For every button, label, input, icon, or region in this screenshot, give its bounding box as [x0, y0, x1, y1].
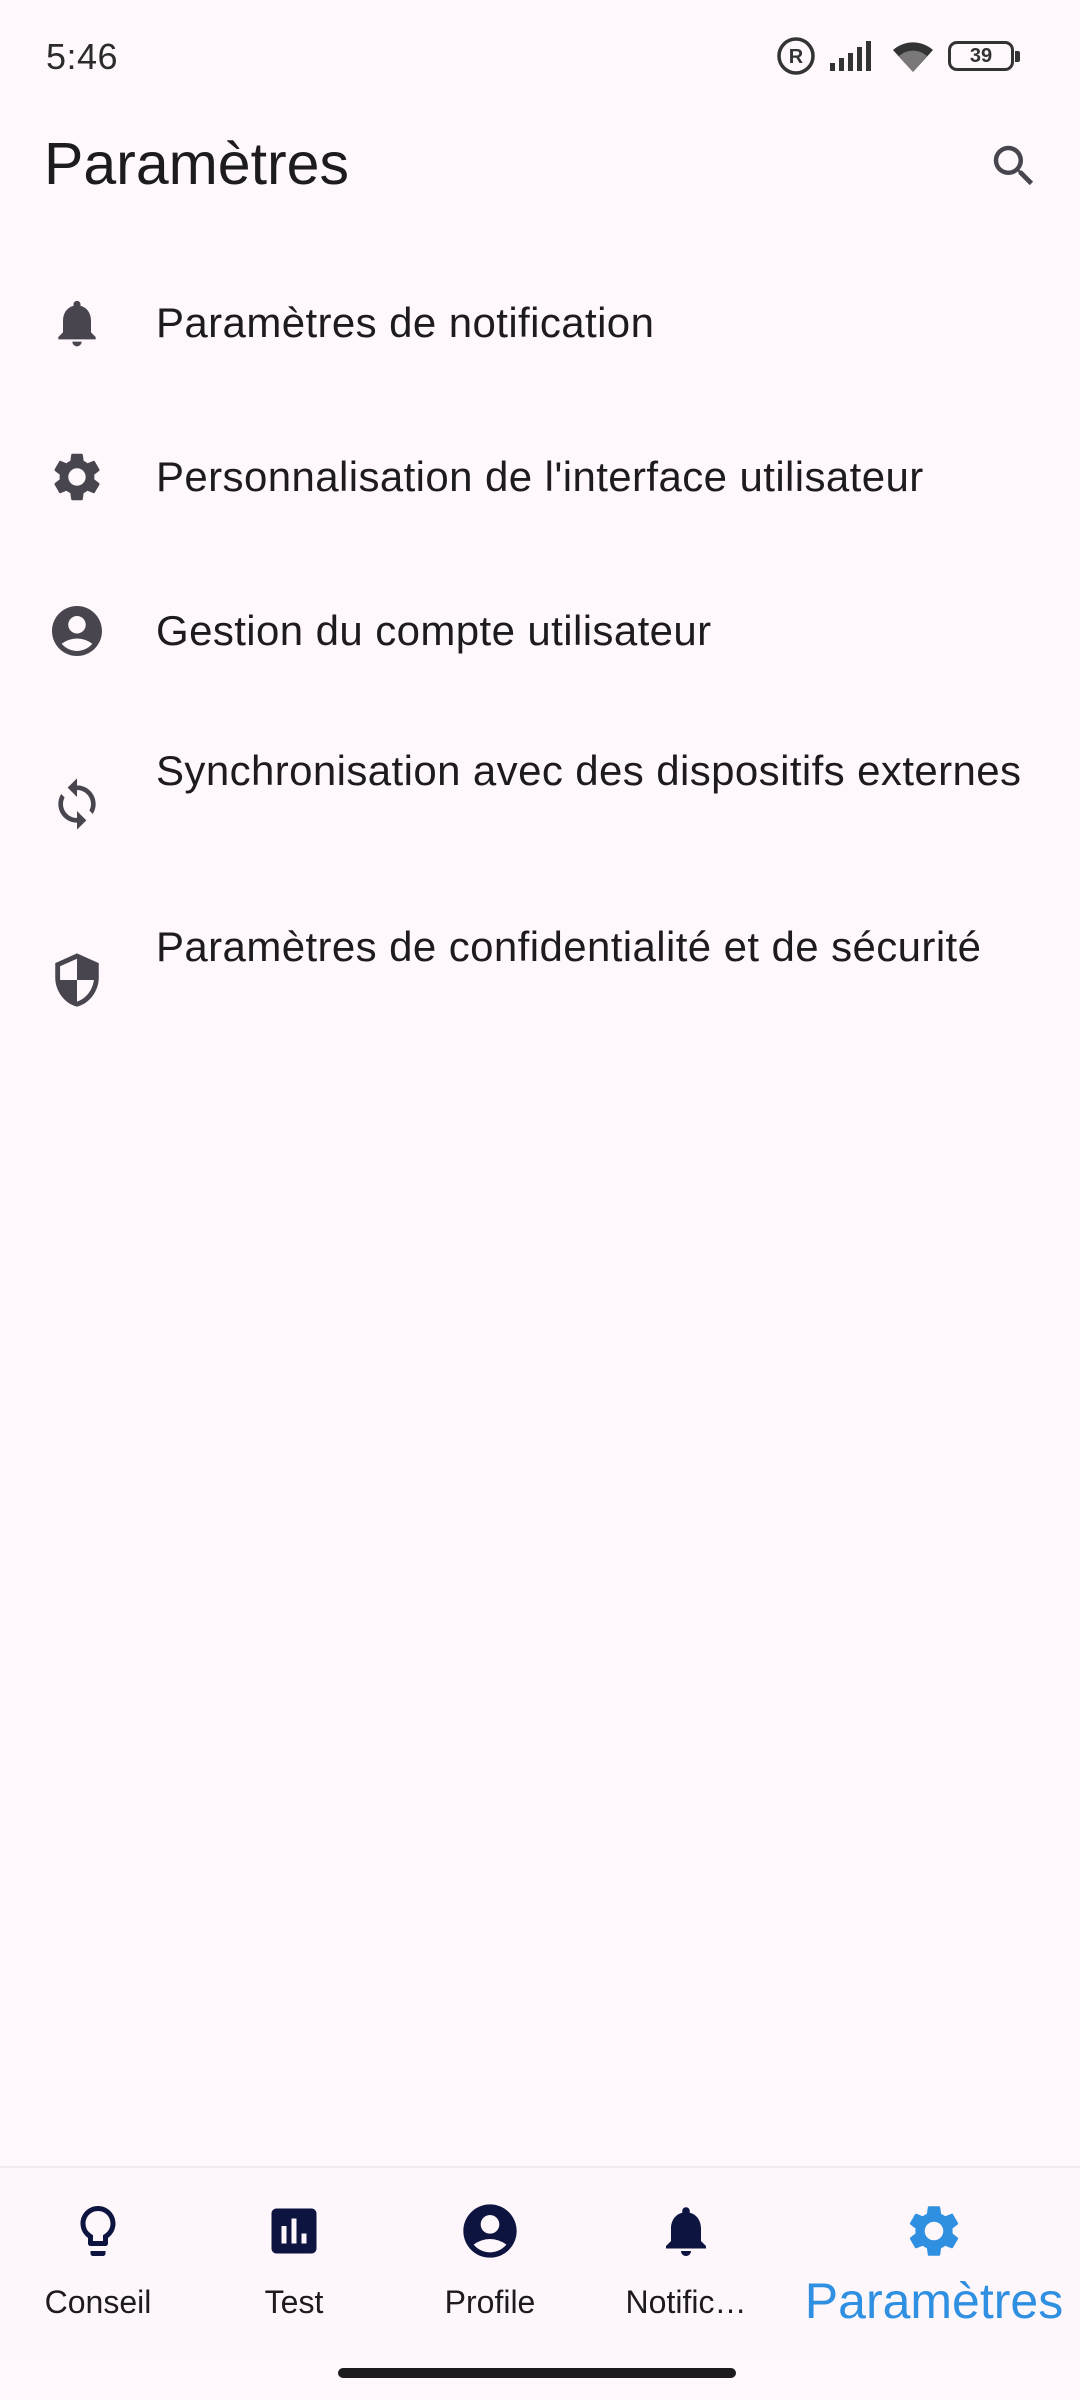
signal-icon: [828, 39, 878, 73]
bell-icon: [656, 2198, 716, 2264]
settings-item-sync[interactable]: Synchronisation avec des dispositifs ext…: [0, 724, 1080, 884]
battery-icon: 39: [948, 41, 1020, 71]
settings-item-label: Paramètres de confidentialité et de sécu…: [156, 923, 982, 970]
bottom-navigation: Conseil Test Profile Notific… Paramètres: [0, 2166, 1080, 2358]
nav-item-parametres[interactable]: Paramètres: [794, 2168, 1074, 2358]
settings-item-label: Synchronisation avec des dispositifs ext…: [156, 747, 1022, 794]
settings-item-ui-customization[interactable]: Personnalisation de l'interface utilisat…: [0, 434, 1080, 520]
account-circle-icon: [458, 2198, 522, 2264]
app-bar: Paramètres: [0, 118, 1080, 218]
nav-label: Notific…: [625, 2284, 747, 2320]
nav-item-conseil[interactable]: Conseil: [0, 2168, 196, 2358]
battery-level: 39: [969, 44, 993, 67]
lightbulb-icon: [68, 2198, 128, 2264]
svg-text:R: R: [789, 46, 804, 68]
nav-label: Conseil: [44, 2284, 152, 2320]
settings-item-label: Paramètres de notification: [156, 299, 655, 346]
nav-label: Profile: [444, 2284, 536, 2320]
account-circle-icon: [44, 598, 110, 664]
settings-item-account[interactable]: Gestion du compte utilisateur: [0, 588, 1080, 674]
search-icon: [987, 139, 1041, 198]
nav-label: Test: [264, 2284, 324, 2320]
nav-item-notifications[interactable]: Notific…: [588, 2168, 784, 2358]
page-title: Paramètres: [44, 131, 349, 197]
search-button[interactable]: [978, 132, 1050, 204]
nav-label: Paramètres: [804, 2273, 1064, 2329]
gear-icon: [903, 2198, 965, 2264]
nav-item-profile[interactable]: Profile: [392, 2168, 588, 2358]
settings-item-label: Personnalisation de l'interface utilisat…: [156, 453, 924, 500]
settings-item-label: Gestion du compte utilisateur: [156, 607, 712, 654]
status-icons: R 39: [776, 34, 1020, 78]
settings-item-privacy-security[interactable]: Paramètres de confidentialité et de sécu…: [0, 900, 1080, 1060]
sync-icon: [44, 771, 110, 837]
home-indicator[interactable]: [338, 2368, 736, 2378]
bar-chart-icon: [264, 2198, 324, 2264]
nav-item-test[interactable]: Test: [196, 2168, 392, 2358]
wifi-icon: [890, 38, 936, 74]
settings-item-notification[interactable]: Paramètres de notification: [0, 280, 1080, 366]
status-bar: 5:46 R 39: [0, 0, 1080, 118]
shield-icon: [44, 947, 110, 1013]
settings-screen: 5:46 R 39 Paramètres Paramètres de notif…: [0, 0, 1080, 2400]
bell-icon: [44, 290, 110, 356]
registered-icon: R: [776, 36, 816, 76]
gear-icon: [44, 444, 110, 510]
status-time: 5:46: [46, 36, 119, 77]
